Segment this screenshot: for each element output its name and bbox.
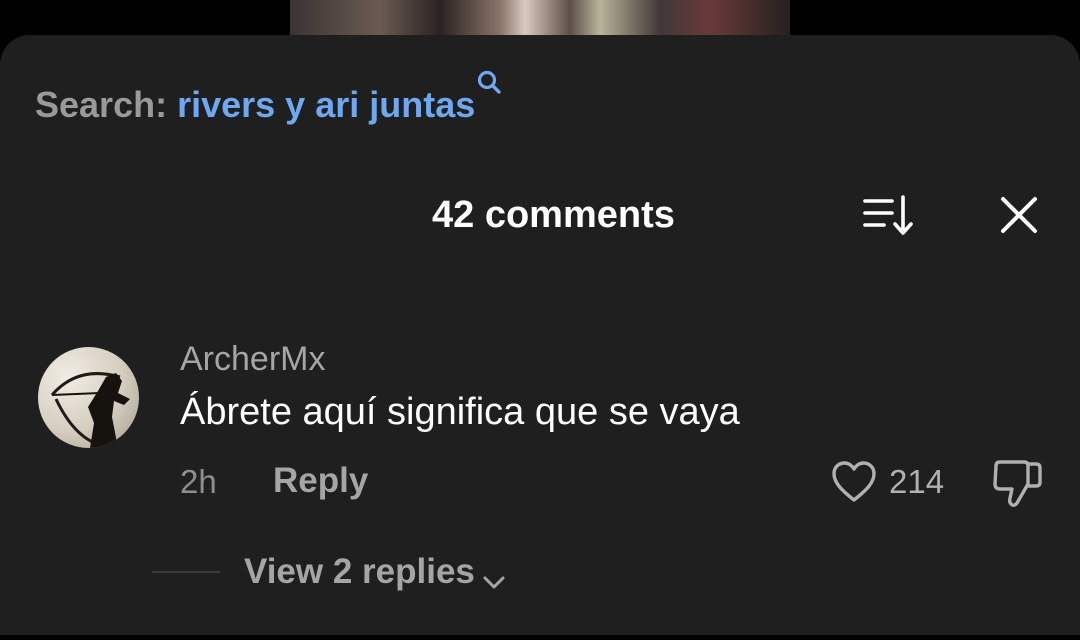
chevron-down-icon	[481, 561, 507, 589]
comment-username[interactable]: ArcherMx	[180, 340, 325, 378]
search-prefix: Search:	[35, 84, 168, 125]
view-replies-label: View 2 replies	[244, 552, 475, 591]
search-icon	[476, 63, 502, 94]
comments-header: 42 comments	[0, 190, 1080, 240]
view-replies-button[interactable]: View 2 replies	[244, 552, 507, 592]
heart-icon	[832, 461, 876, 502]
dislike-button[interactable]	[990, 458, 1044, 510]
thumbs-down-icon	[993, 460, 1042, 507]
avatar[interactable]	[38, 347, 139, 448]
reply-button[interactable]: Reply	[273, 461, 368, 501]
comment-item: ArcherMx Ábrete aquí significa que se va…	[0, 340, 1080, 640]
sort-button[interactable]	[862, 194, 914, 238]
comments-sheet: Search: rivers y ari juntas 42 comments	[0, 35, 1080, 635]
search-term-link[interactable]: rivers y ari juntas	[177, 84, 475, 125]
close-button[interactable]	[998, 194, 1040, 236]
search-suggestion[interactable]: Search: rivers y ari juntas	[35, 70, 501, 125]
comments-count-title: 42 comments	[432, 194, 675, 236]
comment-text: Ábrete aquí significa que se vaya	[180, 391, 740, 433]
video-thumbnail-strip	[290, 0, 790, 40]
like-button[interactable]	[830, 458, 878, 506]
sort-icon	[863, 195, 913, 235]
close-icon	[1001, 197, 1037, 233]
like-count: 214	[889, 463, 945, 500]
replies-divider	[152, 571, 220, 573]
comment-timestamp: 2h	[180, 463, 217, 500]
